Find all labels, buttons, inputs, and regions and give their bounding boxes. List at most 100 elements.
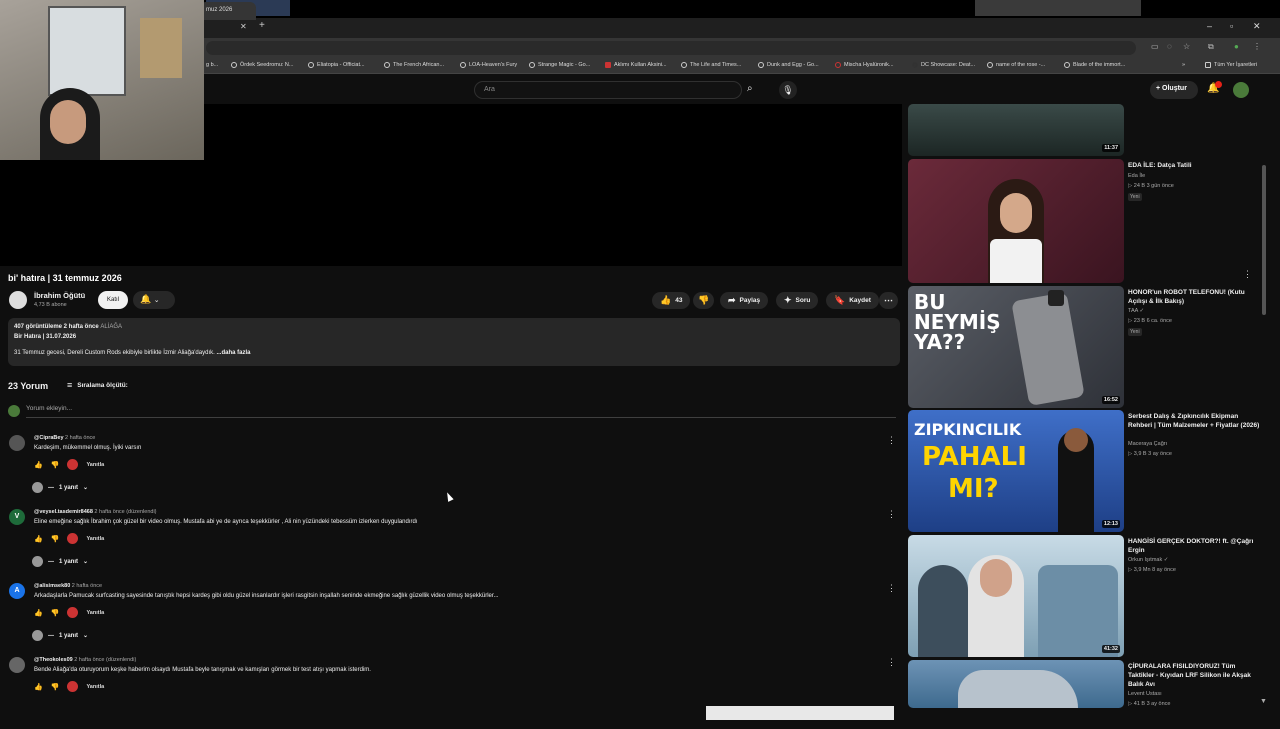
view-replies-button[interactable]: —1 yanıt ⌄	[32, 630, 88, 641]
bookmark-item[interactable]: Aklımı Kullan Aksini...	[605, 62, 667, 68]
recommendation-channel[interactable]: Eda İle	[1128, 173, 1145, 179]
cast-icon[interactable]: ▭	[1151, 42, 1159, 51]
recommendation-title[interactable]: HANGİSİ GERÇEK DOKTOR?! ft. @Çağrı Ergin	[1128, 537, 1260, 555]
recommendation-title[interactable]: Serbest Dalış & Zıpkıncılık Ekipman Rehb…	[1128, 412, 1260, 430]
dislike-button[interactable]: 👎	[693, 292, 715, 309]
reply-button[interactable]: Yanıtla	[86, 462, 104, 468]
recommendation-channel[interactable]: Maceraya Çağrı	[1128, 441, 1167, 447]
bookmark-item[interactable]: The French African...	[384, 62, 444, 68]
thumbs-down-icon[interactable]: 👎	[51, 535, 60, 543]
maximize-icon[interactable]: ▫	[1230, 21, 1233, 31]
video-thumbnail[interactable]: ZIPKINCILIK PAHALI MI? 12:13	[908, 410, 1124, 532]
bookmarks-overflow-icon[interactable]: »	[1182, 62, 1185, 68]
channel-name[interactable]: İbrahim Öğütü	[34, 291, 85, 300]
bookmark-item[interactable]: Eliatopia - Officiat...	[308, 62, 365, 68]
recommendation-item[interactable]: ÇİPURALARA FISILDIYORUZ! Tüm Taktikler -…	[908, 660, 1268, 708]
reply-button[interactable]: Yanıtla	[86, 610, 104, 616]
thumbs-up-icon[interactable]: 👍	[34, 461, 43, 469]
commenter-avatar[interactable]	[9, 657, 25, 673]
recommendation-channel[interactable]: Levent Ustası	[1128, 691, 1162, 697]
star-icon[interactable]: ☆	[1183, 42, 1190, 51]
thumbs-up-icon[interactable]: 👍	[34, 683, 43, 691]
bookmark-item[interactable]: DC Showcase: Deat...	[912, 62, 975, 68]
bookmark-item[interactable]: Dunk and Egg - Go...	[758, 62, 819, 68]
search-icon[interactable]: ⌕	[747, 83, 753, 94]
bookmark-item[interactable]: name of the rose -...	[987, 62, 1045, 68]
bookmark-item[interactable]: The Life and Times...	[681, 62, 741, 68]
video-thumbnail[interactable]: 41:32	[908, 535, 1124, 657]
recommendation-item[interactable]: 11:37	[908, 104, 1268, 156]
more-actions-button[interactable]: ⋯	[879, 292, 898, 309]
address-field[interactable]	[206, 41, 1136, 55]
commenter-avatar[interactable]: V	[9, 509, 25, 525]
save-button[interactable]: 🔖 Kaydet	[826, 292, 879, 309]
join-button[interactable]: Katıl	[98, 291, 128, 309]
description-box[interactable]: 407 görüntüleme 2 hafta önce ALİAĞA Bir …	[8, 318, 900, 366]
bookmark-item[interactable]: Ördek Seedromu: N...	[231, 62, 294, 68]
comment-menu-icon[interactable]: ⋮	[887, 657, 896, 668]
commenter-avatar[interactable]	[9, 435, 25, 451]
recommendation-title[interactable]: EDA İLE: Datça Tatili	[1128, 161, 1260, 170]
comment-menu-icon[interactable]: ⋮	[887, 509, 896, 520]
close-window-icon[interactable]: ✕	[1253, 21, 1261, 32]
subscribed-button[interactable]: 🔔 ⌄	[133, 291, 175, 309]
thumbs-down-icon[interactable]: 👎	[51, 461, 60, 469]
reply-button[interactable]: Yanıtla	[86, 536, 104, 542]
recommendation-title[interactable]: HONOR'un ROBOT TELEFONU! (Kutu Açılışı &…	[1128, 288, 1260, 306]
bookmark-item[interactable]: Mischa Hyalüronik...	[835, 62, 894, 68]
tab-close-icon[interactable]: ✕	[240, 22, 247, 31]
comment-menu-icon[interactable]: ⋮	[887, 583, 896, 594]
add-comment-input[interactable]: Yorum ekleyin...	[26, 405, 896, 418]
video-thumbnail[interactable]	[908, 159, 1124, 283]
microphone-icon[interactable]: 🎙	[779, 81, 797, 99]
avatar[interactable]	[1233, 82, 1249, 98]
recommendation-meta: ▷ 3,9 Mn 8 ay önce	[1128, 567, 1176, 573]
bookmark-item[interactable]: LOA-Heaven's Fury	[460, 62, 517, 68]
thumbs-down-icon[interactable]: 👎	[51, 683, 60, 691]
new-tab-icon[interactable]: +	[259, 20, 265, 31]
commenter-avatar[interactable]: A	[9, 583, 25, 599]
sort-comments-button[interactable]: ≡ Sıralama ölçütü:	[67, 380, 128, 390]
all-bookmarks[interactable]: Tüm Yer İşaretleri	[1205, 62, 1257, 68]
sidebar-scrollbar[interactable]	[1262, 165, 1266, 315]
recommendation-item[interactable]: 41:32 HANGİSİ GERÇEK DOKTOR?! ft. @Çağrı…	[908, 535, 1268, 657]
more-vertical-icon[interactable]: ⋮	[1243, 269, 1252, 280]
search-input[interactable]: Ara	[474, 81, 742, 99]
view-replies-button[interactable]: —1 yanıt ⌄	[32, 556, 88, 567]
profile-icon[interactable]: ●	[1234, 42, 1239, 51]
bookmark-item[interactable]: g b...	[206, 62, 218, 68]
like-button[interactable]: 👍 43	[652, 292, 691, 309]
minimize-icon[interactable]: –	[1207, 21, 1212, 31]
recommendation-item[interactable]: EDA İLE: Datça Tatili Eda İle ▷ 24 B 3 g…	[908, 159, 1268, 283]
channel-avatar[interactable]	[9, 291, 27, 309]
bookmark-item[interactable]: Blade of the immort...	[1064, 62, 1125, 68]
comment-author[interactable]: @alisimsek80 2 hafta önce	[34, 583, 102, 589]
show-more-link[interactable]: ...daha fazla	[216, 350, 250, 356]
share-button[interactable]: ➦ Paylaş	[720, 292, 769, 309]
ask-button[interactable]: ✦ Soru	[776, 292, 819, 309]
recommendation-title[interactable]: ÇİPURALARA FISILDIYORUZ! Tüm Taktikler -…	[1128, 662, 1260, 689]
thumbs-up-icon[interactable]: 👍	[34, 609, 43, 617]
scroll-down-icon[interactable]: ▼	[1260, 698, 1267, 705]
create-button[interactable]: + Oluştur	[1150, 81, 1198, 99]
comment-author[interactable]: @veysel.tasdemir8468 2 hafta önce (düzen…	[34, 509, 157, 515]
extensions-icon[interactable]: ⧉	[1208, 42, 1214, 52]
thumbs-down-icon[interactable]: 👎	[51, 609, 60, 617]
reply-button[interactable]: Yanıtla	[86, 684, 104, 690]
recommendation-channel[interactable]: TAA ✓	[1128, 308, 1144, 314]
menu-icon[interactable]: ⋮	[1253, 42, 1261, 51]
view-replies-button[interactable]: —1 yanıt ⌄	[32, 482, 88, 493]
comment-author[interactable]: @Theokoles09 2 hafta önce (düzenlendi)	[34, 657, 136, 663]
video-thumbnail[interactable]	[908, 660, 1124, 708]
bookmark-item[interactable]: Strange Magic - Go...	[529, 62, 590, 68]
comment-author[interactable]: @CipraBey 2 hafta önce	[34, 435, 95, 441]
recommendation-item[interactable]: ZIPKINCILIK PAHALI MI? 12:13 Serbest Dal…	[908, 410, 1268, 532]
browser-tab[interactable]: muz 2026	[200, 2, 256, 20]
video-thumbnail[interactable]: BU NEYMİŞ YA?? 16:52	[908, 286, 1124, 408]
eye-off-icon[interactable]: ◌	[1167, 42, 1172, 51]
video-thumbnail[interactable]: 11:37	[908, 104, 1124, 156]
comment-menu-icon[interactable]: ⋮	[887, 435, 896, 446]
recommendation-item[interactable]: BU NEYMİŞ YA?? 16:52 HONOR'un ROBOT TELE…	[908, 286, 1268, 408]
thumbs-up-icon[interactable]: 👍	[34, 535, 43, 543]
recommendation-channel[interactable]: Orkun Işıtmak ✓	[1128, 557, 1168, 563]
